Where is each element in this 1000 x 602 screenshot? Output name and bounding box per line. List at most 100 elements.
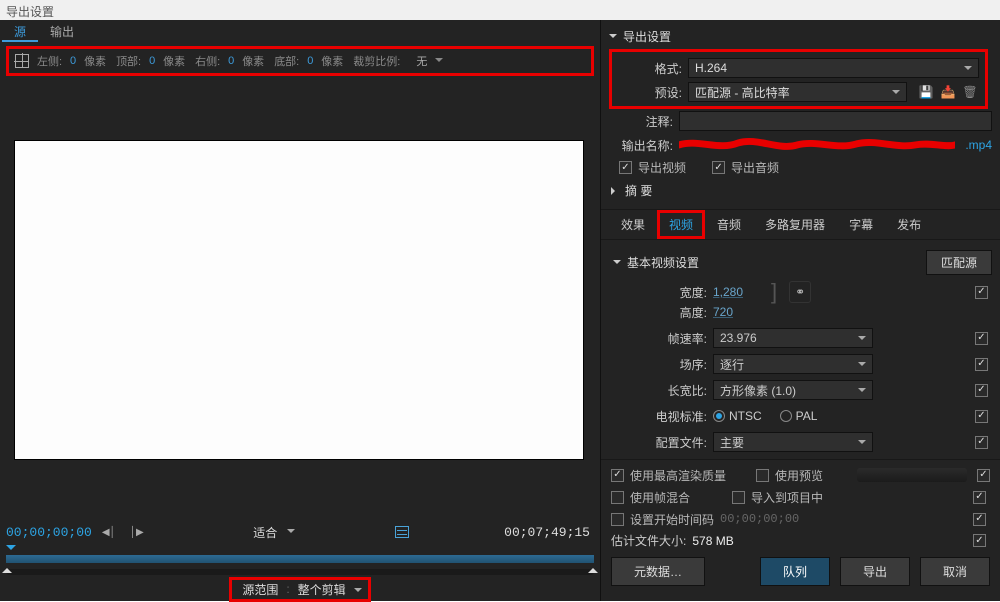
summary-header[interactable]: 摘 要 [609,178,992,203]
save-preset-icon[interactable]: 💾 [917,83,935,101]
in-point-marker-icon[interactable] [2,563,12,573]
preset-label: 预设: [618,84,682,101]
estimate-value: 578 MB [692,534,733,548]
row-check-a[interactable] [977,469,990,482]
crop-toolbar: 左侧: 0 像素 顶部: 0 像素 右侧: 0 像素 底部: 0 像素 裁剪比例… [6,46,594,76]
export-settings-section: 导出设置 格式: H.264 预设: 匹配源 - 高比特率 💾 📥 🗑 [601,20,1000,210]
frame-blend-checkbox[interactable] [611,491,624,504]
export-audio-checkbox[interactable] [712,161,725,174]
export-settings-header[interactable]: 导出设置 [609,24,992,49]
source-output-tabs: 源 输出 [0,20,600,42]
export-button[interactable]: 导出 [840,557,910,586]
profile-dropdown[interactable]: 主要 [713,432,873,452]
row-check-b[interactable] [973,491,986,504]
use-preview-checkbox[interactable] [756,469,769,482]
preview-canvas[interactable] [14,140,584,460]
window-title-bar: 导出设置 [0,0,1000,20]
crop-icon[interactable] [15,54,29,68]
tvstd-match-checkbox[interactable] [975,410,988,423]
aspect-dropdown[interactable]: 方形像素 (1.0) [713,380,873,400]
match-source-button[interactable]: 匹配源 [926,250,992,275]
crop-bottom-value[interactable]: 0 [303,55,317,67]
in-timecode[interactable]: 00;00;00;00 [6,525,92,540]
zoom-fit-dropdown[interactable]: 适合 [243,523,299,542]
estimate-label: 估计文件大小: [611,532,686,549]
link-dimensions-icon[interactable]: ⚭ [789,281,811,303]
fps-match-checkbox[interactable] [975,332,988,345]
tab-output[interactable]: 输出 [38,20,86,42]
scrollbar-thumb[interactable] [857,468,967,482]
next-frame-icon[interactable]: │▶ [126,527,148,538]
scrubber[interactable] [0,545,600,577]
profile-match-checkbox[interactable] [975,436,988,449]
width-height-match-checkbox[interactable] [975,286,988,299]
ntsc-radio[interactable] [713,410,725,422]
window-title: 导出设置 [6,5,54,19]
pal-radio[interactable] [780,410,792,422]
height-value[interactable]: 720 [713,305,763,319]
crop-ratio-dropdown[interactable]: 无 [410,52,447,70]
tab-mux[interactable]: 多路复用器 [753,210,837,239]
width-value[interactable]: 1,280 [713,285,763,299]
fps-dropdown[interactable]: 23.976 [713,328,873,348]
aspect-correction-icon[interactable] [395,526,409,538]
crop-left-unit: 像素 [84,53,106,69]
start-tc-checkbox[interactable] [611,513,624,526]
zoom-scrollbar[interactable] [6,569,594,575]
comment-label: 注释: [609,113,673,130]
export-video-checkbox[interactable] [619,161,632,174]
max-quality-checkbox[interactable] [611,469,624,482]
field-order-dropdown[interactable]: 逐行 [713,354,873,374]
queue-button[interactable]: 队列 [760,557,830,586]
left-panel: 源 输出 左侧: 0 像素 顶部: 0 像素 右侧: 0 像素 底部: 0 像素… [0,20,600,601]
field-order-match-checkbox[interactable] [975,358,988,371]
tab-effect[interactable]: 效果 [609,210,657,239]
summary-title: 摘 要 [625,182,652,199]
scrub-track[interactable] [6,555,594,563]
comment-input[interactable] [679,111,992,131]
crop-left-value[interactable]: 0 [66,55,80,67]
start-tc-value[interactable]: 00;00;00;00 [720,512,799,526]
tab-caption[interactable]: 字幕 [837,210,885,239]
max-quality-label: 使用最高渲染质量 [630,467,726,484]
row-check-d[interactable] [973,534,986,547]
render-options: 使用最高渲染质量 使用预览 使用帧混合 导入到项目中 设置开始时间码 00;00… [601,459,1000,551]
twirl-right-icon [611,187,619,195]
crop-top-unit: 像素 [163,53,185,69]
timeline-controls: 00;00;00;00 ◀│ │▶ 适合 00;07;49;15 [0,519,600,545]
out-point-marker-icon[interactable] [588,563,598,573]
preset-dropdown[interactable]: 匹配源 - 高比特率 [688,82,907,102]
output-name-value[interactable] [679,137,955,153]
settings-tab-strip: 效果 视频 音频 多路复用器 字幕 发布 [601,210,1000,240]
action-bar: 元数据… 队列 导出 取消 [601,551,1000,590]
cancel-button[interactable]: 取消 [920,557,990,586]
delete-preset-icon[interactable]: 🗑 [961,83,979,101]
prev-frame-icon[interactable]: ◀│ [98,527,120,538]
source-range-dropdown[interactable]: 源范围 : 整个剪辑 [229,577,370,602]
import-project-checkbox[interactable] [732,491,745,504]
basic-video-settings: 基本视频设置 匹配源 宽度: 1,280 ] ⚭ 高度: 720 帧速率: 23… [601,240,1000,459]
tab-audio[interactable]: 音频 [705,210,753,239]
profile-label: 配置文件: [613,434,707,451]
tab-source[interactable]: 源 [2,20,38,42]
aspect-match-checkbox[interactable] [975,384,988,397]
crop-right-value[interactable]: 0 [224,55,238,67]
playhead-icon[interactable] [6,545,16,555]
twirl-down-icon [613,260,621,268]
source-range-row: 源范围 : 整个剪辑 [0,577,600,601]
out-timecode[interactable]: 00;07;49;15 [504,525,590,540]
format-dropdown[interactable]: H.264 [688,58,979,78]
crop-ratio-label: 裁剪比例: [353,53,400,69]
tab-video[interactable]: 视频 [657,210,705,239]
import-preset-icon[interactable]: 📥 [939,83,957,101]
metadata-button[interactable]: 元数据… [611,557,705,586]
crop-left-label: 左侧: [37,53,62,69]
crop-top-label: 顶部: [116,53,141,69]
width-label: 宽度: [613,284,707,301]
link-bracket: ] [771,281,777,303]
export-audio-label: 导出音频 [731,159,779,176]
tab-publish[interactable]: 发布 [885,210,933,239]
row-check-c[interactable] [973,513,986,526]
format-preset-highlight: 格式: H.264 预设: 匹配源 - 高比特率 💾 📥 🗑 [609,49,988,109]
crop-top-value[interactable]: 0 [145,55,159,67]
